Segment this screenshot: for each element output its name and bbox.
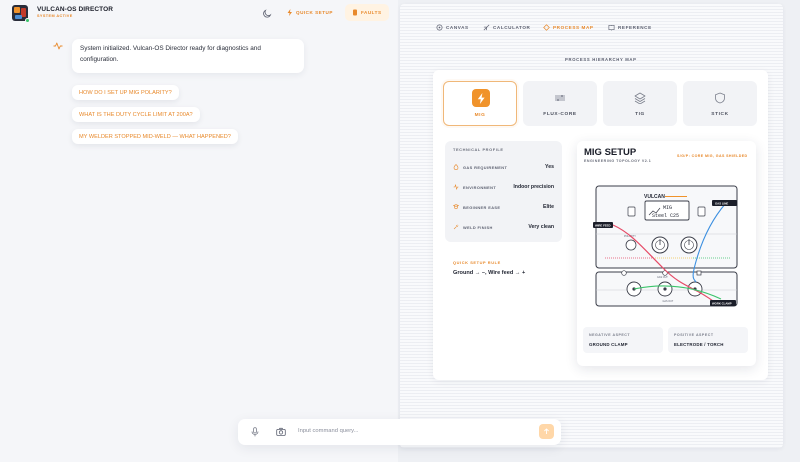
quick-setup-button[interactable]: QUICK SETUP bbox=[281, 4, 339, 21]
nav-calculator[interactable]: CALCULATOR bbox=[483, 24, 530, 31]
technical-profile-title: TECHNICAL PROFILE bbox=[453, 147, 504, 152]
profile-key: BEGINNER EASE bbox=[463, 204, 501, 210]
negative-aspect-value: GROUND CLAMP bbox=[589, 342, 628, 347]
nav-process-map-label: PROCESS MAP bbox=[553, 25, 594, 30]
setup-title: MIG SETUP bbox=[584, 147, 637, 158]
process-tab-stick[interactable]: STICK bbox=[683, 81, 757, 126]
process-tab-flux-core[interactable]: FLUX-CORE bbox=[523, 81, 597, 126]
camera-icon[interactable] bbox=[276, 427, 286, 437]
negative-aspect: NEGATIVE ASPECT GROUND CLAMP bbox=[583, 327, 663, 353]
profile-key: GAS REQUIREMENT bbox=[463, 164, 508, 170]
svg-text:GAS LINE: GAS LINE bbox=[715, 201, 728, 205]
display-line-1: MIG bbox=[663, 205, 672, 211]
svg-text:WORK CLAMP: WORK CLAMP bbox=[712, 301, 732, 305]
nav-reference[interactable]: REFERENCE bbox=[608, 24, 652, 31]
process-tab-mig[interactable]: MIG bbox=[443, 81, 517, 126]
bolt-icon bbox=[287, 9, 292, 16]
process-tab-flux-core-label: FLUX-CORE bbox=[543, 112, 577, 117]
profile-row-beginner: BEGINNER EASE Elite bbox=[453, 201, 554, 213]
mig-icon bbox=[472, 89, 490, 107]
send-icon bbox=[544, 428, 549, 434]
flux-core-icon bbox=[555, 95, 565, 101]
system-status: SYSTEM ACTIVE bbox=[37, 14, 73, 18]
setup-badge: S/G/P: CORE MIG, GAS SHIELDED bbox=[677, 154, 748, 158]
faults-button[interactable]: FAULTS bbox=[345, 4, 389, 21]
svg-text:GAS OUT: GAS OUT bbox=[663, 300, 674, 303]
suggestion-chip-welder-stopped[interactable]: MY WELDER STOPPED MID-WELD — WHAT HAPPEN… bbox=[72, 129, 238, 144]
warning-icon bbox=[353, 9, 357, 16]
diagram-lower-label: GAS OUT bbox=[657, 276, 668, 279]
command-input[interactable]: Input command query... bbox=[298, 428, 358, 434]
gas-icon bbox=[453, 164, 459, 170]
process-tab-tig[interactable]: TIG bbox=[603, 81, 677, 126]
nav-reference-label: REFERENCE bbox=[618, 25, 652, 30]
top-bar: VULCAN-OS DIRECTOR SYSTEM ACTIVE QUICK S… bbox=[0, 0, 398, 26]
hierarchy-title: PROCESS HIERARCHY MAP bbox=[565, 57, 637, 62]
nav-canvas-label: CANVAS bbox=[446, 25, 469, 30]
system-message: System initialized. Vulcan-OS Director r… bbox=[72, 39, 304, 73]
diagram-brand: VULCAN bbox=[644, 194, 665, 200]
setup-subtitle: ENGINEERING TOPOLOGY V2.1 bbox=[584, 159, 652, 163]
canvas-icon bbox=[436, 24, 443, 31]
positive-aspect-key: POSITIVE ASPECT bbox=[674, 333, 714, 337]
microphone-icon[interactable] bbox=[251, 427, 259, 437]
chat-panel: VULCAN-OS DIRECTOR SYSTEM ACTIVE QUICK S… bbox=[0, 0, 398, 462]
welder-diagram: VULCAN MIG Steel C25 POLARITY GAS OUT GA… bbox=[583, 178, 750, 316]
moon-icon[interactable] bbox=[262, 8, 272, 18]
nav-canvas[interactable]: CANVAS bbox=[436, 24, 469, 31]
negative-aspect-key: NEGATIVE ASPECT bbox=[589, 333, 631, 337]
suggestion-chip-duty-cycle[interactable]: WHAT IS THE DUTY CYCLE LIMIT AT 200A? bbox=[72, 107, 200, 122]
shield-icon bbox=[715, 92, 725, 104]
positive-aspect: POSITIVE ASPECT ELECTRODE / TORCH bbox=[668, 327, 748, 353]
diagram-knob bbox=[625, 239, 637, 251]
status-dot bbox=[25, 18, 30, 23]
process-tab-tig-label: TIG bbox=[635, 112, 645, 117]
profile-row-gas: GAS REQUIREMENT Yes bbox=[453, 161, 554, 173]
send-button[interactable] bbox=[539, 424, 554, 439]
tig-icon bbox=[634, 92, 646, 104]
nav-calculator-label: CALCULATOR bbox=[493, 25, 531, 30]
positive-aspect-value: ELECTRODE / TORCH bbox=[674, 342, 724, 347]
quick-setup-label: QUICK SETUP bbox=[296, 10, 333, 15]
display-line-2: Steel C25 bbox=[652, 213, 679, 219]
quick-setup-rule-text: Ground → –, Wire feed → + bbox=[453, 270, 526, 276]
faults-label: FAULTS bbox=[361, 10, 382, 15]
calculator-icon bbox=[483, 24, 490, 31]
pulse-icon bbox=[53, 42, 63, 50]
book-icon bbox=[608, 25, 615, 31]
finish-icon bbox=[453, 224, 459, 230]
command-bar: Input command query... bbox=[238, 419, 561, 445]
profile-row-finish: WELD FINISH Very clean bbox=[453, 221, 554, 233]
quick-setup-rule-title: QUICK SETUP RULE bbox=[453, 260, 501, 265]
profile-value: Indoor precision bbox=[513, 184, 554, 190]
process-tab-mig-label: MIG bbox=[474, 113, 486, 118]
nav-process-map[interactable]: PROCESS MAP bbox=[543, 24, 594, 31]
app-title: VULCAN-OS DIRECTOR bbox=[37, 6, 114, 13]
profile-key: ENVIRONMENT bbox=[463, 184, 497, 190]
profile-row-environment: ENVIRONMENT Indoor precision bbox=[453, 181, 554, 193]
profile-value: Yes bbox=[545, 164, 554, 170]
process-tab-stick-label: STICK bbox=[711, 112, 729, 117]
profile-value: Very clean bbox=[528, 224, 554, 230]
profile-key: WELD FINISH bbox=[463, 224, 493, 230]
svg-text:WIRE FEED: WIRE FEED bbox=[595, 223, 611, 227]
process-map-icon bbox=[543, 24, 550, 31]
profile-value: Elite bbox=[543, 204, 554, 210]
suggestion-chip-polarity[interactable]: HOW DO I SET UP MIG POLARITY? bbox=[72, 85, 179, 100]
environment-icon bbox=[453, 184, 459, 190]
beginner-icon bbox=[453, 204, 459, 210]
